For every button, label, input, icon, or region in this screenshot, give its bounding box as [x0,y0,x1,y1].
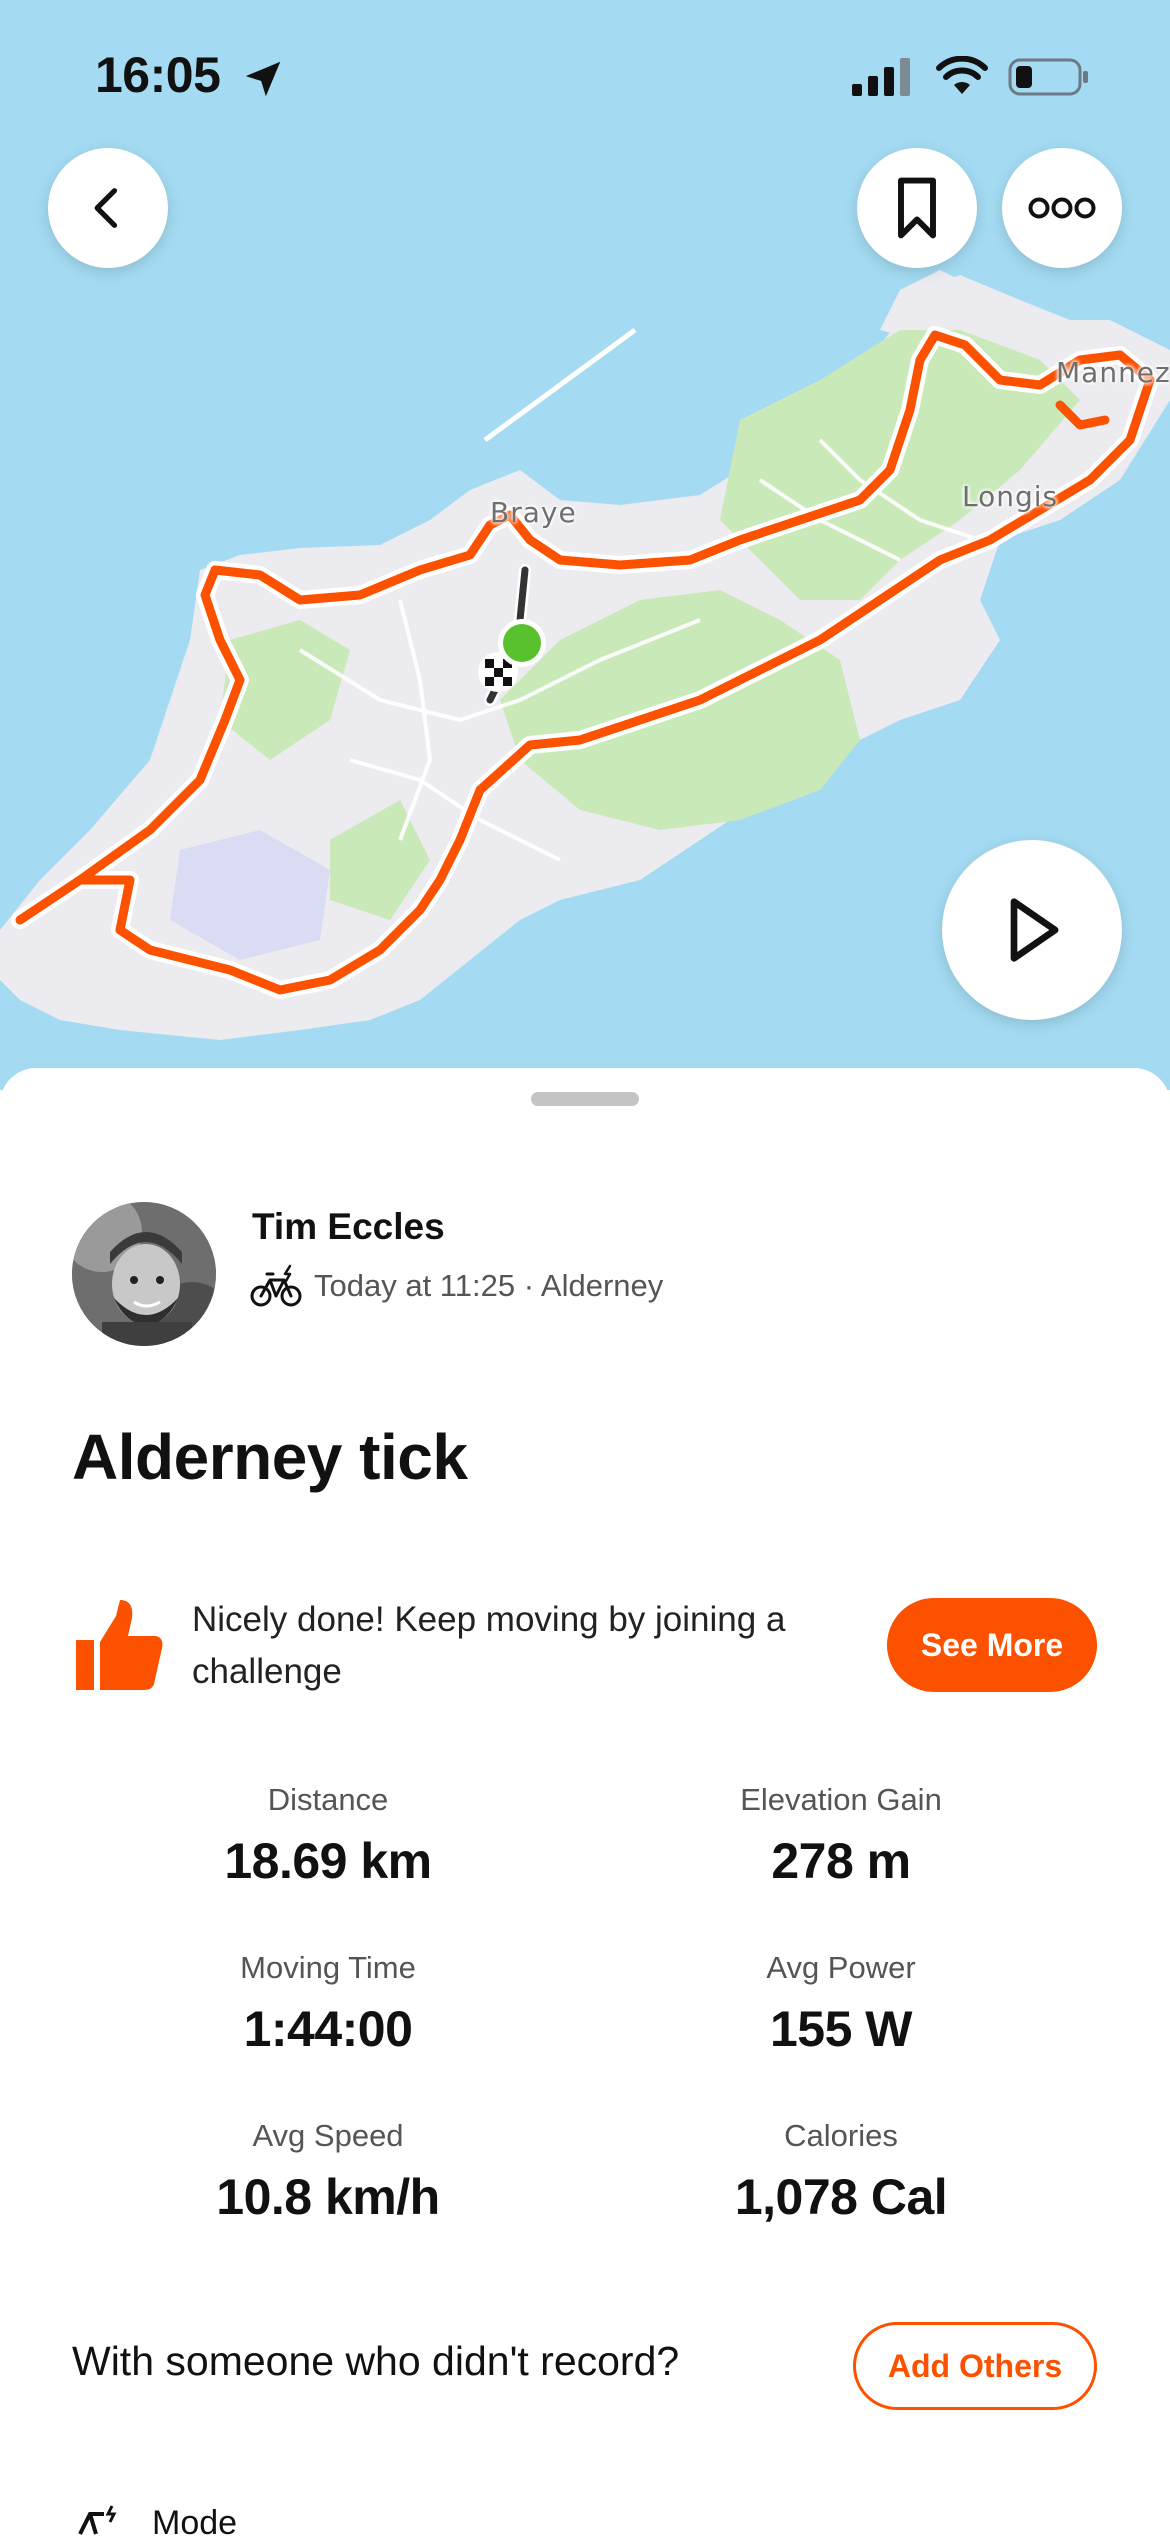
stat-label: Avg Power [766,1950,916,1985]
back-button[interactable] [48,148,168,268]
stat-avg-power: Avg Power 155 W [641,1950,1041,2058]
activity-meta-text: Today at 11:25 · Alderney [314,1268,664,1303]
add-others-prompt: With someone who didn't record? [72,2338,680,2384]
status-bar: 16:05 [0,0,1170,150]
play-icon [1010,898,1059,962]
stat-elevation-gain: Elevation Gain 278 m [641,1782,1041,1890]
stat-calories: Calories 1,078 Cal [641,2118,1041,2226]
sheet-grabber[interactable] [531,1092,639,1106]
more-icon [1028,197,1096,219]
promo-text: Nicely done! Keep moving by joining a ch… [192,1600,786,1691]
map-label-longis: Longis [962,480,1059,513]
stat-value: 10.8 km/h [216,2169,440,2225]
avatar-photo [72,1202,216,1346]
bookmark-button[interactable] [857,148,977,268]
stat-value: 1:44:00 [243,2001,413,2057]
activity-meta: Today at 11:25 · Alderney [250,1264,663,1308]
see-more-button[interactable]: See More [887,1598,1097,1692]
route-map[interactable]: Braye Longis Mannez 16:05 [0,0,1170,1090]
signal-icon [852,58,910,96]
thumbs-up-icon [76,1600,163,1690]
stat-label: Avg Speed [252,2118,404,2153]
stat-value: 1,078 Cal [734,2169,948,2225]
play-flyover-button[interactable] [942,840,1122,1020]
stat-label: Distance [267,1782,389,1817]
stat-value: 278 m [771,1833,911,1889]
avatar[interactable] [72,1202,216,1346]
stat-moving-time: Moving Time 1:44:00 [128,1950,528,2058]
battery-icon [1008,58,1088,96]
more-options-button[interactable] [1002,148,1122,268]
e-bike-icon [250,1264,302,1307]
stat-label: Calories [784,2118,898,2153]
location-arrow-icon [245,61,281,97]
map-label-mannez: Mannez [1056,356,1170,389]
athlete-name[interactable]: Tim Eccles [252,1206,445,1248]
stat-label: Elevation Gain [740,1782,942,1817]
stat-label: Moving Time [240,1950,416,1985]
status-time: 16:05 [95,47,221,103]
mode-label: Mode [152,2504,238,2542]
mode-row[interactable]: Mode [72,2504,237,2544]
map-label-braye: Braye [490,496,577,529]
e-bike-mode-icon [78,2505,117,2535]
bookmark-icon [898,177,936,239]
activity-title: Alderney tick [72,1421,468,1493]
back-icon [94,188,118,228]
add-others-button[interactable]: Add Others [853,2322,1097,2410]
stat-value: 155 W [769,2001,913,2057]
activity-sheet: Tim Eccles Today at 11:25 · Alderney Ald… [0,1068,1170,2542]
stat-value: 18.69 km [224,1833,432,1889]
stat-avg-speed: Avg Speed 10.8 km/h [128,2118,528,2226]
wifi-icon [936,56,988,94]
stat-distance: Distance 18.69 km [128,1782,528,1890]
